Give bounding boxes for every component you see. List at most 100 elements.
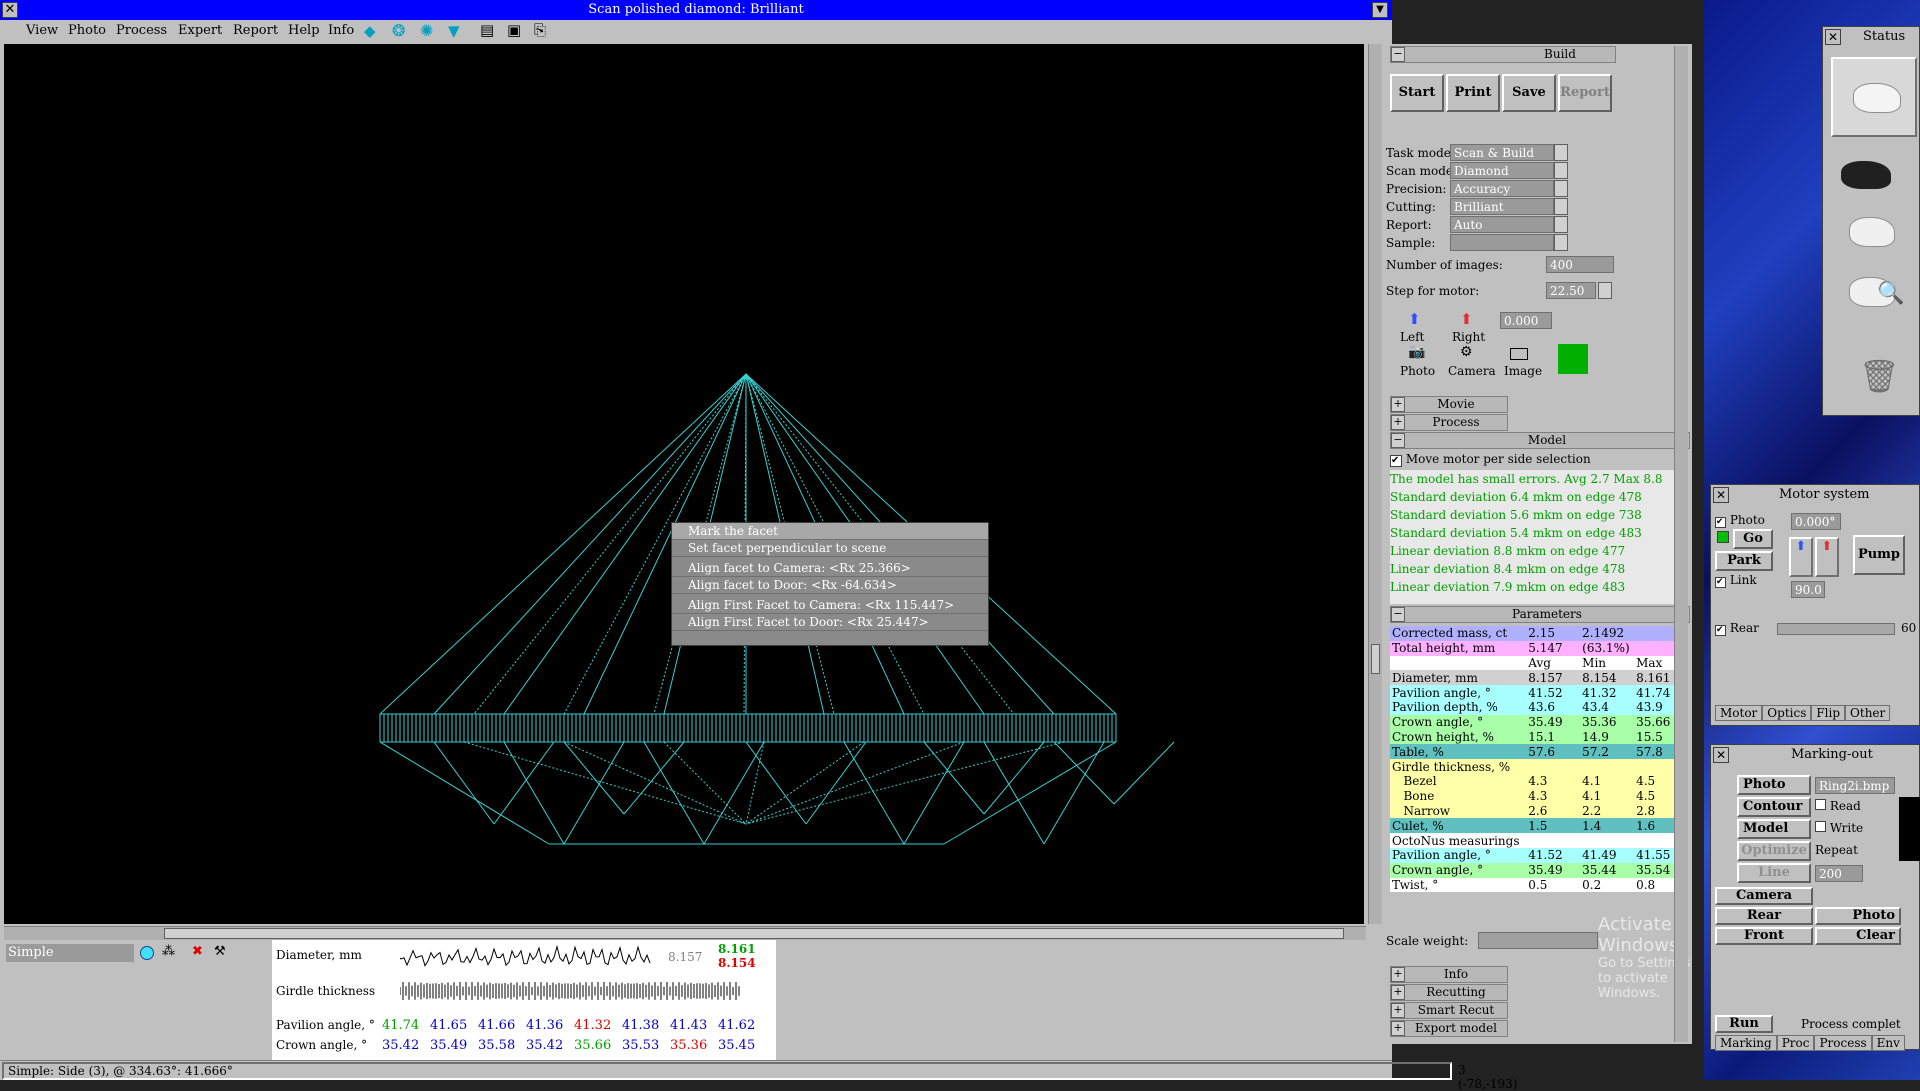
red-x-icon[interactable]: ✖ <box>192 944 203 959</box>
marking-photo-button[interactable]: Photo <box>1737 775 1811 795</box>
recutting-section[interactable]: + Recutting <box>1390 984 1508 1001</box>
parameters-collapse[interactable]: − <box>1391 607 1405 622</box>
build-field-dropdown[interactable] <box>1554 198 1568 215</box>
motor-left-arrow[interactable]: ⬆ <box>1789 537 1813 577</box>
movie-expand[interactable]: + <box>1391 397 1405 412</box>
build-field-dropdown[interactable] <box>1554 234 1568 251</box>
process-expand[interactable]: + <box>1391 415 1405 430</box>
display-mode-field[interactable]: Simple <box>6 944 134 962</box>
optimize-button[interactable]: Optimize <box>1737 841 1811 861</box>
ctx-set-perpendicular[interactable]: Set facet perpendicular to scene <box>672 540 988 557</box>
tab-flip[interactable]: Flip <box>1811 705 1846 721</box>
marking-photo2-button[interactable]: Photo <box>1815 907 1901 925</box>
parameters-section[interactable]: − Parameters <box>1390 606 1690 623</box>
marking-close-icon[interactable]: ✕ <box>1713 747 1729 763</box>
info-expand[interactable]: + <box>1391 967 1405 982</box>
stone-icon-3[interactable] <box>1837 207 1913 257</box>
build-field-value[interactable]: Scan & Build <box>1450 144 1554 161</box>
collapse-toggle[interactable]: − <box>1391 47 1405 62</box>
camera-button[interactable]: Camera <box>1715 887 1813 905</box>
photo-icon[interactable]: 📷 <box>1408 344 1425 360</box>
ctx-align-first-camera[interactable]: Align First Facet to Camera: <Rx 115.447… <box>672 597 988 614</box>
motor-deg-field[interactable]: 90.0 <box>1791 581 1825 598</box>
camera-icon[interactable]: ⚙ <box>1460 344 1473 360</box>
motor-right-arrow[interactable]: ⬆ <box>1815 537 1839 577</box>
pump-button[interactable]: Pump <box>1853 535 1905 575</box>
report-button[interactable]: Report <box>1558 74 1612 112</box>
menu-process[interactable]: Process <box>116 23 167 38</box>
export-icon[interactable]: ⎘ <box>534 21 546 39</box>
clipboard-icon[interactable]: ▤ <box>480 21 494 39</box>
marking-file-field[interactable]: Ring2i.bmp <box>1815 777 1895 794</box>
build-field-value[interactable]: Accuracy <box>1450 180 1554 197</box>
motor-close-icon[interactable]: ✕ <box>1713 487 1729 503</box>
minimize-button[interactable]: ▼ <box>1372 2 1388 18</box>
menu-photo[interactable]: Photo <box>68 23 106 38</box>
model-button[interactable]: Model <box>1737 819 1811 839</box>
diamond-star-icon[interactable]: ✺ <box>420 21 433 40</box>
menu-expert[interactable]: Expert <box>178 23 222 38</box>
tab-optics[interactable]: Optics <box>1762 705 1812 721</box>
num-images-field[interactable]: 400 <box>1546 256 1614 273</box>
run-button[interactable]: Run <box>1715 1015 1773 1033</box>
rear-checkbox[interactable]: ✔ Rear <box>1715 621 1759 636</box>
menu-report[interactable]: Report <box>233 23 278 38</box>
status-close-icon[interactable]: ✕ <box>1825 29 1841 45</box>
read-checkbox[interactable]: Read <box>1815 799 1861 813</box>
model-section[interactable]: − Model <box>1390 432 1690 449</box>
park-button[interactable]: Park <box>1715 551 1773 571</box>
step-motor-field[interactable]: 22.50 <box>1546 282 1596 299</box>
start-button[interactable]: Start <box>1390 74 1444 112</box>
diamond-top-icon[interactable]: ◆ <box>364 22 376 40</box>
build-field-value[interactable]: Diamond <box>1450 162 1554 179</box>
cyan-circle-icon[interactable] <box>140 946 154 960</box>
write-checkbox[interactable]: Write <box>1815 821 1863 835</box>
tab-motor[interactable]: Motor <box>1715 705 1763 721</box>
step-spin[interactable] <box>1598 282 1612 299</box>
line-button[interactable]: Line <box>1737 863 1811 883</box>
ctx-mark-facet[interactable]: Mark the facet <box>672 523 988 540</box>
diamond-side-icon[interactable]: ▼ <box>448 22 460 40</box>
tab-env[interactable]: Env <box>1871 1035 1905 1051</box>
link-checkbox[interactable]: ✔ Link <box>1715 573 1757 588</box>
smart-recut-section[interactable]: + Smart Recut <box>1390 1002 1508 1019</box>
build-header[interactable]: − Build <box>1390 46 1616 63</box>
scale-weight-field[interactable] <box>1478 932 1598 949</box>
contour-button[interactable]: Contour <box>1737 797 1811 817</box>
build-field-dropdown[interactable] <box>1554 180 1568 197</box>
rear-slider[interactable] <box>1777 623 1895 635</box>
print-button[interactable]: Print <box>1446 74 1500 112</box>
view-horizontal-scrollbar[interactable] <box>4 926 1366 940</box>
build-field-dropdown[interactable] <box>1554 162 1568 179</box>
image-icon[interactable] <box>1510 348 1528 360</box>
ctx-align-facet-camera[interactable]: Align facet to Camera: <Rx 25.366> <box>672 560 988 577</box>
front-button[interactable]: Front <box>1715 927 1813 945</box>
dots-icon[interactable]: ⁂ <box>162 944 175 959</box>
save-disk-icon[interactable]: ▣ <box>507 21 521 39</box>
angle-field[interactable]: 0.000 <box>1500 312 1552 329</box>
build-field-dropdown[interactable] <box>1554 144 1568 161</box>
recutting-expand[interactable]: + <box>1391 985 1405 1000</box>
tab-marking[interactable]: Marking <box>1715 1035 1777 1051</box>
tab-process[interactable]: Process <box>1814 1035 1872 1051</box>
menu-info[interactable]: Info <box>328 23 354 38</box>
tab-proc[interactable]: Proc <box>1776 1035 1815 1051</box>
ctx-align-facet-door[interactable]: Align facet to Door: <Rx -64.634> <box>672 577 988 594</box>
save-button[interactable]: Save <box>1502 74 1556 112</box>
motor-photo-checkbox[interactable]: ✔ Photo <box>1715 513 1765 528</box>
model-collapse[interactable]: − <box>1391 433 1405 448</box>
build-field-value[interactable]: Auto <box>1450 216 1554 233</box>
build-field-dropdown[interactable] <box>1554 216 1568 233</box>
ctx-align-first-door[interactable]: Align First Facet to Door: <Rx 25.447> <box>672 614 988 631</box>
build-field-value[interactable] <box>1450 234 1554 251</box>
model-3d-view[interactable] <box>4 44 1364 924</box>
stone-scan-icon[interactable] <box>1837 147 1913 197</box>
menu-help[interactable]: Help <box>288 23 320 38</box>
movie-section[interactable]: + Movie <box>1390 396 1508 413</box>
diamond-round-icon[interactable]: ❂ <box>392 21 405 40</box>
go-button[interactable]: Go <box>1733 529 1773 549</box>
view-vertical-scrollbar[interactable] <box>1368 44 1382 924</box>
motor-angle-field[interactable]: 0.000° <box>1791 513 1841 530</box>
move-motor-checkbox[interactable]: ✔ Move motor per side selection <box>1390 452 1591 467</box>
rear-button[interactable]: Rear <box>1715 907 1813 925</box>
